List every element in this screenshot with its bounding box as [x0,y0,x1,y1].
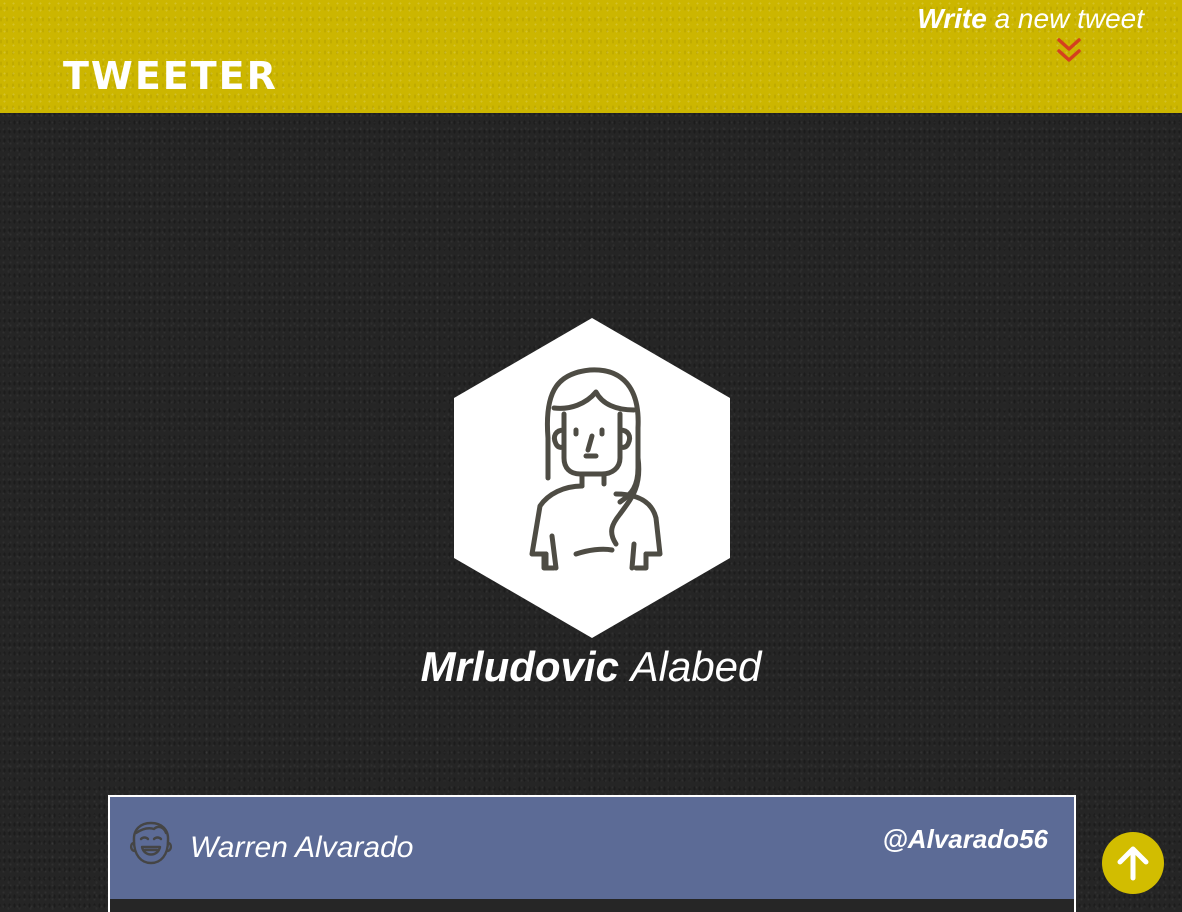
tweet-card[interactable]: Warren Alvarado @Alvarado56 [108,795,1076,912]
tweet-author-name: Warren Alvarado [190,831,414,864]
write-new-tweet-toggle[interactable]: Write a new tweet [914,0,1144,70]
laughing-man-avatar-icon [129,821,173,865]
profile-first-name: Mrludovic [420,643,619,690]
write-label-bold: Write [917,3,987,34]
scroll-to-top-button[interactable] [1102,832,1164,894]
tweet-author-handle[interactable]: @Alvarado56 [882,821,1048,857]
double-chevron-down-icon [1057,38,1081,62]
profile-last-name: Alabed [630,643,762,690]
write-new-tweet-label: Write a new tweet [917,2,1144,36]
profile-section: Mrludovic Alabed [0,113,1182,773]
profile-name: Mrludovic Alabed [0,641,1182,693]
write-label-rest: a new tweet [986,3,1144,34]
navbar: Tweeter Write a new tweet [0,0,1182,113]
arrow-up-icon [1117,846,1149,881]
profile-avatar [452,318,732,638]
woman-avatar-icon [454,318,730,638]
tweet-header: Warren Alvarado @Alvarado56 [110,797,1074,899]
brand-logo[interactable]: Tweeter [63,50,278,102]
